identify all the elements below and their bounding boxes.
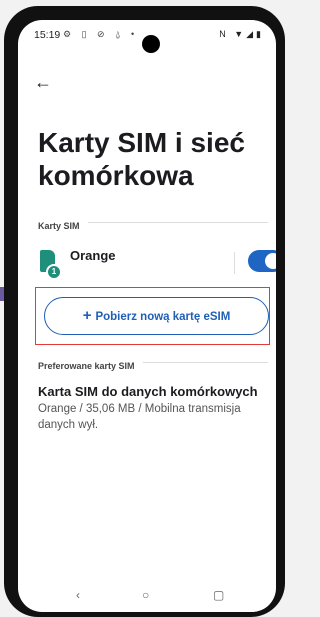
phone-frame: 15:19 ⚙ ▯ ⊘ ⍙ • N ▼◢▮ ← Karty SIM i sieć… [4, 6, 285, 617]
download-esim-button[interactable]: + Pobierz nową kartę eSIM [44, 297, 269, 335]
plus-icon: + [82, 307, 92, 324]
mobile-data-sim-title: Karta SIM do danych komórkowych [38, 384, 258, 399]
preferred-section-header: Preferowane karty SIM [38, 356, 268, 371]
back-arrow-icon[interactable]: ← [34, 72, 52, 93]
screen: 15:19 ⚙ ▯ ⊘ ⍙ • N ▼◢▮ ← Karty SIM i sieć… [18, 20, 276, 612]
status-bar: 15:19 ⚙ ▯ ⊘ ⍙ • N ▼◢▮ [18, 20, 276, 53]
sim-row-orange[interactable]: 1 Orange [38, 244, 276, 284]
camera-cutout [142, 35, 160, 53]
sim-section-label: Karty SIM [38, 221, 88, 231]
navigation-bar: ‹ ○ ▢ [18, 580, 276, 612]
sim-slot-badge: 1 [46, 264, 62, 280]
nav-recents-icon[interactable]: ▢ [213, 588, 224, 602]
preferred-section-label: Preferowane karty SIM [38, 361, 143, 371]
sim-name: Orange [70, 248, 116, 263]
page-title: Karty SIM i sieć komórkowa [38, 127, 245, 191]
system-icons: N ▼◢▮ [219, 29, 264, 39]
nav-back-icon[interactable]: ‹ [76, 588, 80, 602]
mobile-data-sim-subtitle: Orange / 35,06 MB / Mobilna transmisja d… [38, 403, 241, 431]
download-esim-label: Pobierz nową kartę eSIM [95, 311, 231, 323]
notification-icons: ⚙ ▯ ⊘ ⍙ • [63, 29, 139, 39]
sim-section-header: Karty SIM [38, 216, 268, 231]
sim-toggle[interactable] [248, 250, 276, 272]
status-time: 15:19 [34, 29, 61, 41]
nav-home-icon[interactable]: ○ [142, 588, 149, 602]
vertical-divider [234, 252, 235, 274]
toggle-knob [265, 253, 276, 269]
